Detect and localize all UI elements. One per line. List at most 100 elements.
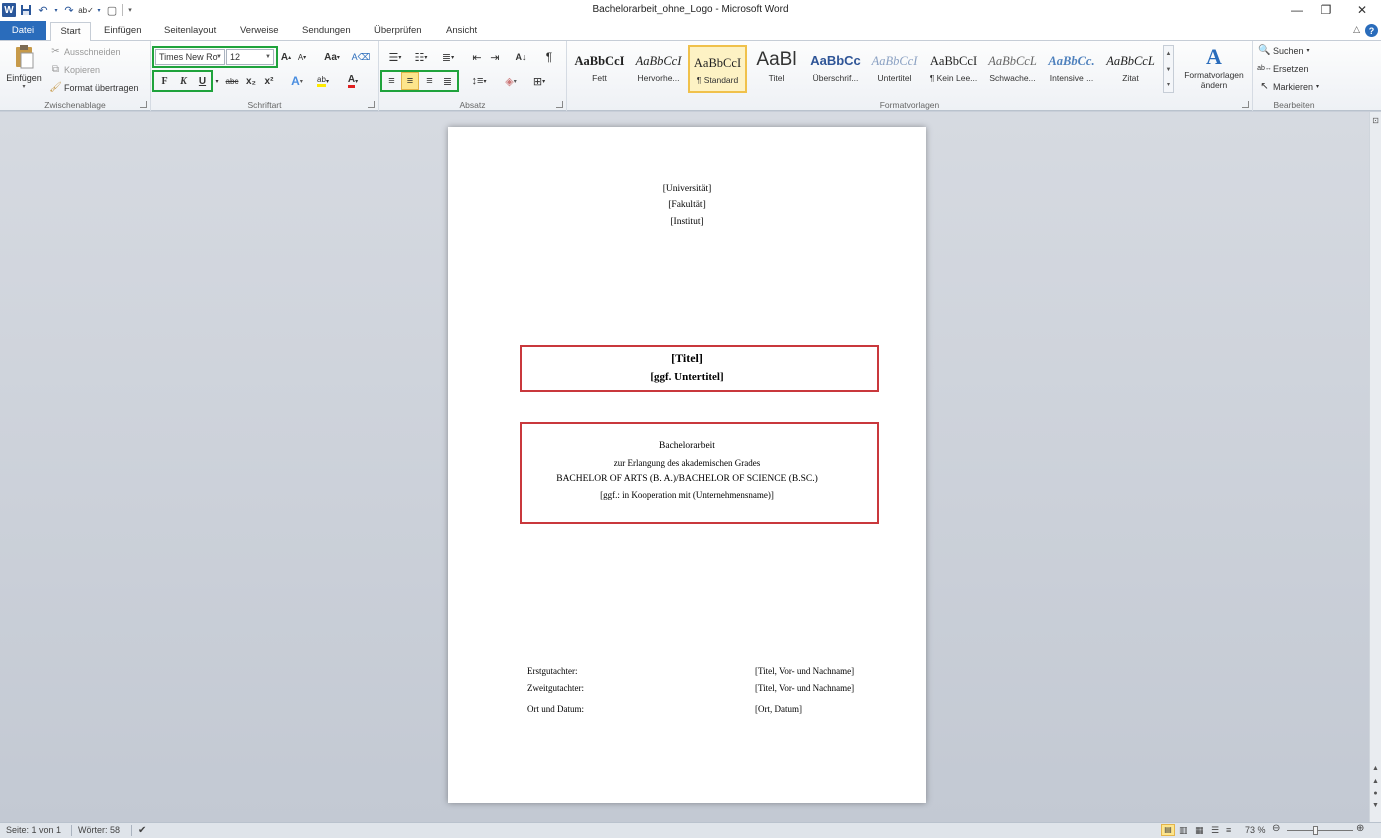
zoom-slider-thumb[interactable] (1313, 826, 1318, 835)
tab-einfuegen[interactable]: Einfügen (96, 22, 150, 41)
vertical-scrollbar[interactable]: ⊡ ▲ ▲ ● ▼ (1369, 112, 1381, 822)
zoom-in-icon[interactable]: ⊕ (1356, 823, 1364, 834)
copy-button[interactable]: ⧉ Kopieren (50, 64, 100, 75)
tab-sendungen[interactable]: Sendungen (294, 22, 359, 41)
restore-button[interactable]: ❐ (1309, 0, 1343, 20)
style-ueberschrift[interactable]: AaBbCc Überschrif... (806, 45, 865, 93)
style-schwache-hervorhebung[interactable]: AaBbCcL Schwache... (983, 45, 1042, 93)
sort-icon[interactable]: A↓ (513, 49, 529, 65)
degree-line[interactable]: BACHELOR OF ARTS (B. A.)/BACHELOR OF SCI… (448, 474, 926, 484)
styles-launcher-icon[interactable] (1242, 101, 1249, 108)
clipboard-launcher-icon[interactable] (140, 101, 147, 108)
minimize-ribbon-icon[interactable]: △ (1353, 24, 1360, 35)
full-screen-reading-icon[interactable]: ▥ (1179, 825, 1188, 836)
style-zitat[interactable]: AaBbCcL Zitat (1101, 45, 1160, 93)
outline-view-icon[interactable]: ☰ (1211, 825, 1219, 836)
superscript-button[interactable]: x² (261, 73, 277, 89)
faculty-line[interactable]: [Fakultät] (448, 200, 926, 210)
place-date-value[interactable]: [Ort, Datum] (755, 704, 802, 714)
shrink-font-icon[interactable]: A ▾ (295, 49, 309, 65)
change-styles-button[interactable]: A Formatvorlagen ändern (1177, 44, 1251, 96)
style-titel[interactable]: AaBl Titel (747, 45, 806, 93)
styles-gallery-scroll[interactable]: ▲ ▼ ▾ (1163, 45, 1174, 93)
style-fett[interactable]: AaBbCcI Fett (570, 45, 629, 93)
university-line[interactable]: [Universität] (448, 184, 926, 194)
document-page[interactable]: [Universität] [Fakultät] [Institut] [Tit… (448, 127, 926, 803)
second-reviewer-value[interactable]: [Titel, Vor- und Nachname] (755, 683, 854, 693)
undo-dropdown-icon[interactable]: ▾ (53, 3, 59, 17)
degree-intro-line[interactable]: zur Erlangung des akademischen Grades (448, 458, 926, 468)
word-app-icon[interactable]: W (2, 3, 16, 17)
spelling-dropdown-icon[interactable]: ▾ (96, 3, 102, 17)
previous-page-icon[interactable]: ▲ (1371, 778, 1380, 785)
find-button[interactable]: 🔍 Suchen ▾ (1258, 45, 1309, 56)
clear-formatting-icon[interactable]: A⌫ (352, 49, 371, 65)
tab-verweise[interactable]: Verweise (232, 22, 287, 41)
page-count[interactable]: Seite: 1 von 1 (6, 825, 61, 835)
strikethrough-button[interactable]: abc (223, 73, 241, 89)
first-reviewer-value[interactable]: [Titel, Vor- und Nachname] (755, 666, 854, 676)
title-line[interactable]: [Titel] (448, 351, 926, 366)
cut-button[interactable]: ✂ Ausschneiden (50, 46, 120, 57)
tab-ansicht[interactable]: Ansicht (438, 22, 485, 41)
bullets-icon[interactable]: ☰ ▾ (383, 49, 407, 65)
paste-dropdown-icon[interactable]: ▾ (4, 83, 44, 90)
change-case-button[interactable]: Aa ▾ (321, 49, 343, 65)
ruler-toggle-icon[interactable]: ⊡ (1371, 116, 1380, 126)
format-painter-button[interactable]: 🖌 Format übertragen (49, 82, 138, 93)
more-styles-icon[interactable]: ▾ (1164, 78, 1173, 92)
draft-view-icon[interactable]: ≡ (1226, 825, 1231, 835)
print-layout-view-icon[interactable]: ▤ (1161, 824, 1175, 836)
undo-icon[interactable]: ↶ (36, 3, 50, 17)
zoom-out-icon[interactable]: ⊖ (1272, 823, 1280, 834)
select-button[interactable]: ↖ Markieren ▾ (1259, 81, 1319, 92)
print-preview-icon[interactable]: ▢ (105, 3, 119, 17)
style-untertitel[interactable]: AaBbCcI Untertitel (865, 45, 924, 93)
borders-icon[interactable]: ⊞ ▾ (527, 73, 551, 89)
shading-icon[interactable]: ◈ ▾ (499, 73, 523, 89)
multilevel-list-icon[interactable]: ≣ ▾ (435, 49, 461, 65)
customize-qat-icon[interactable]: ▾ (126, 3, 134, 17)
save-icon[interactable] (19, 3, 33, 17)
style-hervorhebung[interactable]: AaBbCcI Hervorhe... (629, 45, 688, 93)
font-color-button[interactable]: A ▾ (341, 73, 365, 89)
font-launcher-icon[interactable] (368, 101, 375, 108)
paste-button[interactable]: Einfügen ▾ (4, 44, 44, 96)
subscript-button[interactable]: x₂ (243, 73, 259, 89)
decrease-indent-icon[interactable]: ⇤ (469, 49, 485, 65)
scroll-down-icon[interactable]: ▼ (1164, 62, 1173, 78)
underline-dropdown-icon[interactable]: ▾ (213, 73, 221, 89)
subtitle-line[interactable]: [ggf. Untertitel] (448, 371, 926, 383)
style-intensive-hervorhebung[interactable]: AaBbCc. Intensive ... (1042, 45, 1101, 93)
show-formatting-marks-icon[interactable]: ¶ (541, 49, 557, 65)
grow-font-icon[interactable]: A ▴ (279, 49, 293, 65)
style-standard[interactable]: AaBbCcI ¶ Standard (688, 45, 747, 93)
browse-object-icon[interactable]: ● (1371, 790, 1380, 797)
style-kein-leerraum[interactable]: AaBbCcI ¶ Kein Lee... (924, 45, 983, 93)
tab-ueberpruefen[interactable]: Überprüfen (366, 22, 430, 41)
tab-datei[interactable]: Datei (0, 21, 46, 40)
tab-start[interactable]: Start (50, 22, 91, 42)
scroll-up-icon[interactable]: ▲ (1371, 765, 1380, 772)
redo-icon[interactable]: ↷ (62, 3, 76, 17)
replace-button[interactable]: ab↔ Ersetzen (1257, 63, 1308, 74)
numbering-icon[interactable]: ☷ ▾ (409, 49, 433, 65)
increase-indent-icon[interactable]: ⇥ (487, 49, 503, 65)
web-layout-icon[interactable]: ▦ (1195, 825, 1204, 836)
text-effects-icon[interactable]: A ▾ (287, 73, 307, 89)
place-date-label[interactable]: Ort und Datum: (527, 704, 584, 714)
line-spacing-icon[interactable]: ↕≡ ▾ (467, 73, 491, 89)
next-page-icon[interactable]: ▼ (1371, 802, 1380, 809)
highlight-color-button[interactable]: ab ▾ (311, 73, 335, 89)
institute-line[interactable]: [Institut] (448, 217, 926, 227)
first-reviewer-label[interactable]: Erstgutachter: (527, 666, 577, 676)
thesis-type-line[interactable]: Bachelorarbeit (448, 441, 926, 451)
scroll-up-icon[interactable]: ▲ (1164, 46, 1173, 62)
zoom-level[interactable]: 73 % (1245, 825, 1266, 835)
proofing-icon[interactable]: ✔ (138, 825, 146, 836)
spelling-icon[interactable]: ab✓ (78, 3, 94, 17)
close-button[interactable]: ✕ (1345, 0, 1379, 20)
second-reviewer-label[interactable]: Zweitgutachter: (527, 683, 584, 693)
zoom-slider[interactable] (1287, 830, 1353, 831)
paragraph-launcher-icon[interactable] (556, 101, 563, 108)
